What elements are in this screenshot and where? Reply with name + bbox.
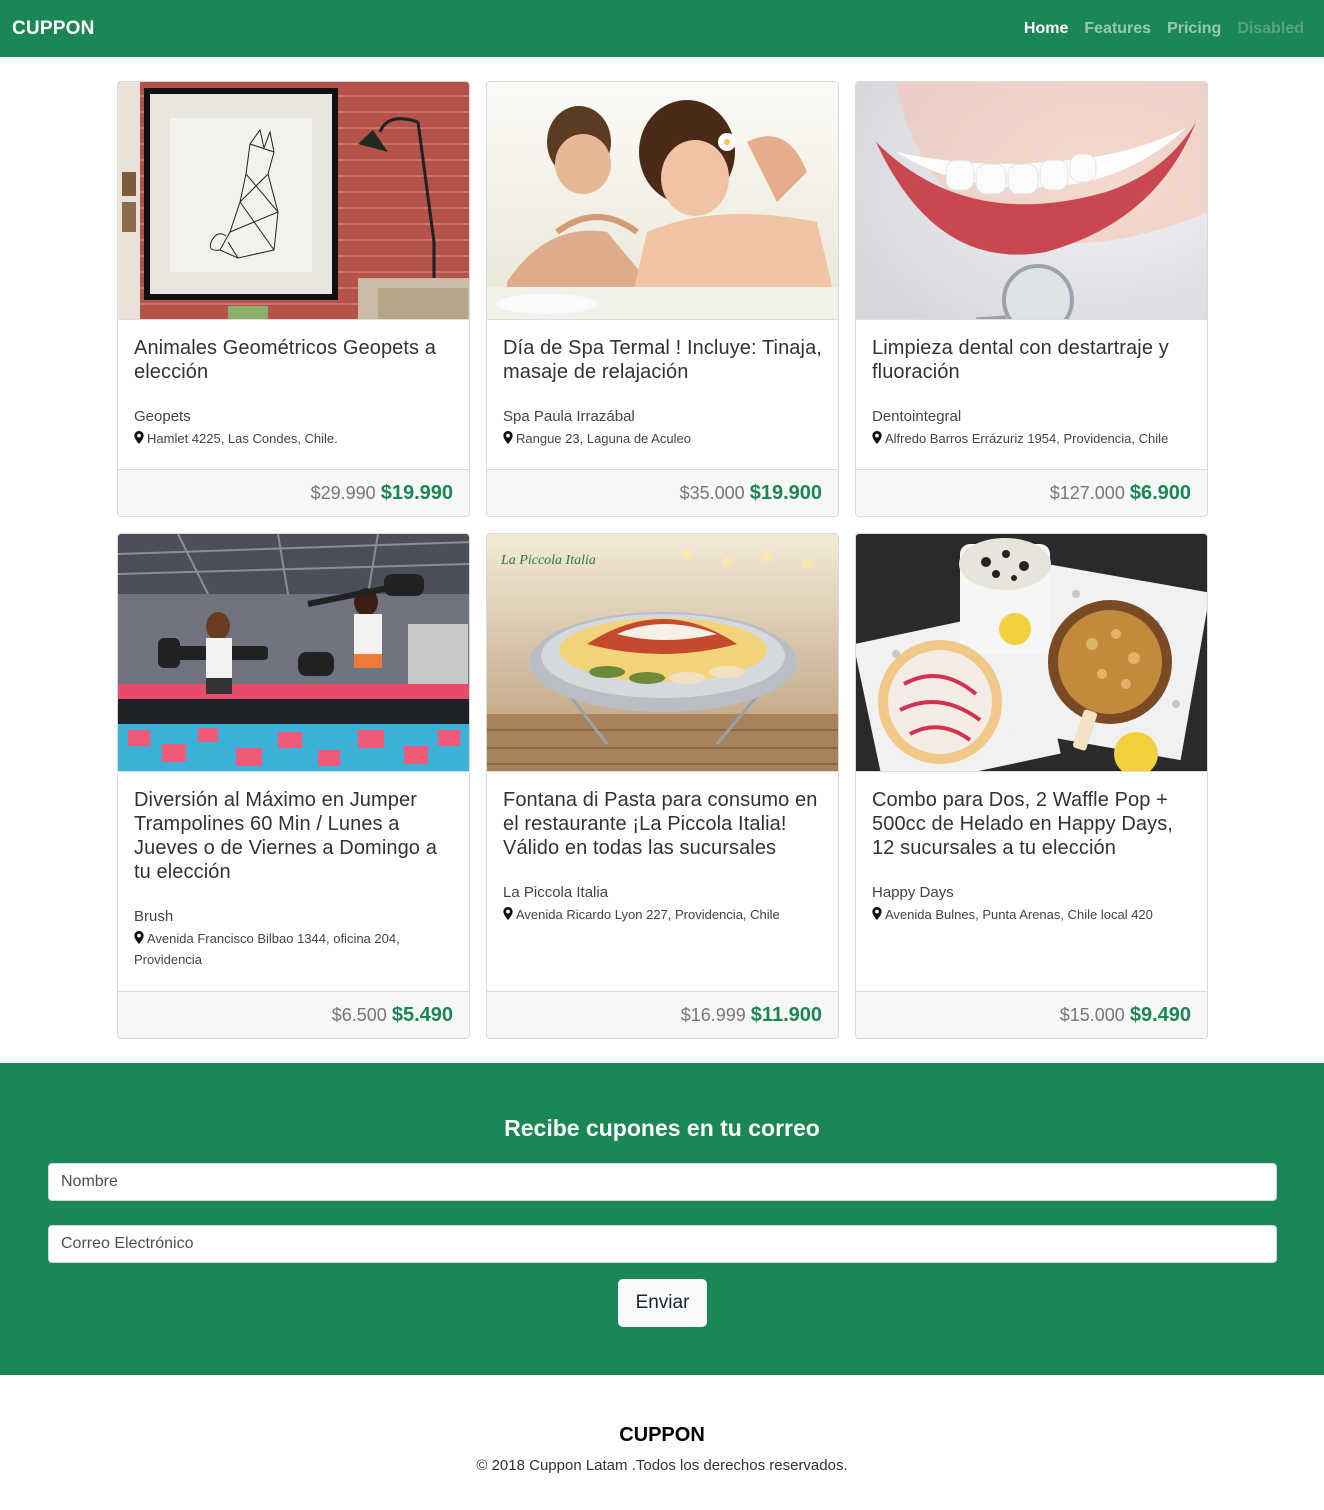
deal-card[interactable]: Limpieza dental con destartraje y fluora… — [855, 81, 1208, 517]
deal-image-spa-massage[interactable] — [487, 82, 838, 320]
deal-address: Alfredo Barros Errázuriz 1954, Providenc… — [872, 428, 1191, 449]
deal-address-text: Avenida Francisco Bilbao 1344, oficina 2… — [134, 931, 400, 967]
deal-address-text: Alfredo Barros Errázuriz 1954, Providenc… — [885, 431, 1169, 446]
deal-address: Hamlet 4225, Las Condes, Chile. — [134, 428, 453, 449]
nav-links: Home Features Pricing Disabled — [1016, 20, 1312, 38]
map-marker-icon — [872, 431, 882, 444]
footer-copyright: © 2018 Cuppon Latam .Todos los derechos … — [476, 1457, 848, 1474]
deal-title[interactable]: Animales Geométricos Geopets a elección — [134, 336, 453, 384]
deal-old-price: $16.999 — [680, 1004, 746, 1025]
deal-image-trampoline-park[interactable] — [118, 534, 469, 772]
deal-price-footer: $29.990 $19.990 — [118, 469, 469, 516]
deal-card[interactable]: Combo para Dos, 2 Waffle Pop + 500cc de … — [855, 533, 1208, 1039]
deal-card[interactable]: Animales Geométricos Geopets a elección … — [117, 81, 470, 517]
name-input[interactable] — [48, 1163, 1277, 1201]
deal-price: $5.490 — [391, 1003, 453, 1026]
deal-address-text: Rangue 23, Laguna de Aculeo — [516, 431, 691, 446]
deal-title[interactable]: Diversión al Máximo en Jumper Trampoline… — [134, 788, 453, 884]
deal-price-footer: $127.000 $6.900 — [856, 469, 1207, 516]
deal-old-price: $6.500 — [331, 1004, 387, 1025]
deal-address-text: Avenida Bulnes, Punta Arenas, Chile loca… — [885, 907, 1153, 922]
deal-title[interactable]: Fontana di Pasta para consumo en el rest… — [503, 788, 822, 860]
map-marker-icon — [134, 431, 144, 444]
nav-link-pricing[interactable]: Pricing — [1159, 20, 1229, 38]
deal-image-waffle-pops[interactable] — [856, 534, 1207, 772]
deals-grid: Animales Geométricos Geopets a elección … — [0, 57, 1324, 1063]
deal-image-cat-poster[interactable] — [118, 82, 469, 320]
nav-link-features[interactable]: Features — [1076, 20, 1159, 38]
deal-image-pasta-platter[interactable]: La Piccola Italia — [487, 534, 838, 772]
site-footer: CUPPON © 2018 Cuppon Latam .Todos los de… — [0, 1375, 1324, 1510]
deal-address-text: Hamlet 4225, Las Condes, Chile. — [147, 431, 338, 446]
nav-link-home[interactable]: Home — [1016, 20, 1076, 38]
nav-link-disabled: Disabled — [1237, 19, 1304, 37]
deal-title[interactable]: Limpieza dental con destartraje y fluora… — [872, 336, 1191, 384]
deal-price: $9.490 — [1129, 1003, 1191, 1026]
deal-merchant: La Piccola Italia — [503, 884, 609, 901]
email-input[interactable] — [48, 1225, 1277, 1263]
deal-merchant: Happy Days — [872, 884, 954, 901]
deal-price: $11.900 — [750, 1003, 822, 1026]
deal-price: $19.900 — [749, 481, 822, 504]
deal-title[interactable]: Combo para Dos, 2 Waffle Pop + 500cc de … — [872, 788, 1191, 860]
map-marker-icon — [503, 431, 513, 444]
map-marker-icon — [134, 931, 144, 944]
brand-logo[interactable]: CUPPON — [12, 18, 95, 40]
top-navbar: CUPPON Home Features Pricing Disabled — [0, 0, 1324, 57]
deal-address: Rangue 23, Laguna de Aculeo — [503, 428, 822, 449]
subscribe-section: Recibe cupones en tu correo Enviar — [0, 1063, 1324, 1375]
deal-price-footer: $6.500 $5.490 — [118, 991, 469, 1038]
deal-card[interactable]: La Piccola Italia Fontana di Pasta para … — [486, 533, 839, 1039]
deal-price-footer: $16.999 $11.900 — [487, 991, 838, 1038]
deal-card[interactable]: Día de Spa Termal ! Incluye: Tinaja, mas… — [486, 81, 839, 517]
deal-price: $19.990 — [380, 481, 453, 504]
deal-old-price: $127.000 — [1049, 482, 1125, 503]
footer-brand: CUPPON — [619, 1424, 705, 1446]
piccola-logo-text: La Piccola Italia — [500, 553, 596, 568]
send-button[interactable]: Enviar — [618, 1279, 707, 1327]
deal-merchant: Spa Paula Irrazábal — [503, 408, 635, 425]
deal-title[interactable]: Día de Spa Termal ! Incluye: Tinaja, mas… — [503, 336, 822, 384]
deal-old-price: $35.000 — [679, 482, 745, 503]
map-marker-icon — [503, 907, 513, 920]
deal-old-price: $15.000 — [1059, 1004, 1125, 1025]
deal-price-footer: $15.000 $9.490 — [856, 991, 1207, 1038]
deal-old-price: $29.990 — [310, 482, 376, 503]
map-marker-icon — [872, 907, 882, 920]
deal-merchant: Brush — [134, 908, 174, 925]
deal-address: Avenida Ricardo Lyon 227, Providencia, C… — [503, 904, 822, 925]
deal-card[interactable]: Diversión al Máximo en Jumper Trampoline… — [117, 533, 470, 1039]
deal-image-dental-smile[interactable] — [856, 82, 1207, 320]
deal-price: $6.900 — [1129, 481, 1191, 504]
subscribe-heading: Recibe cupones en tu correo — [504, 1115, 820, 1141]
deal-merchant: Geopets — [134, 408, 191, 425]
deal-address-text: Avenida Ricardo Lyon 227, Providencia, C… — [516, 907, 780, 922]
deal-address: Avenida Francisco Bilbao 1344, oficina 2… — [134, 928, 453, 970]
deal-merchant: Dentointegral — [872, 408, 962, 425]
deal-address: Avenida Bulnes, Punta Arenas, Chile loca… — [872, 904, 1191, 925]
deal-price-footer: $35.000 $19.900 — [487, 469, 838, 516]
